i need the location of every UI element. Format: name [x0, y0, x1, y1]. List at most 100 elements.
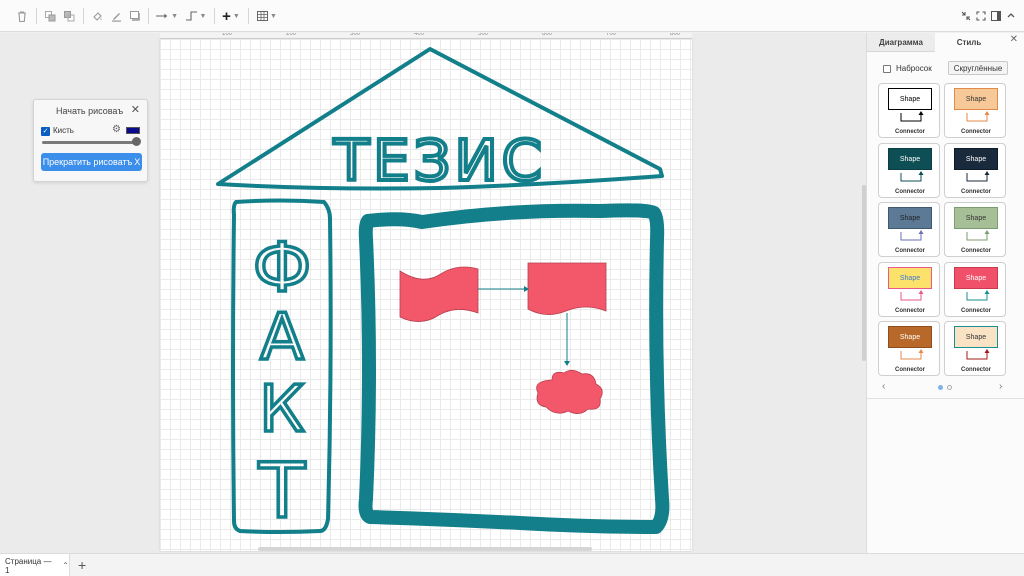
connector-label: Connector — [961, 189, 991, 195]
connector-arrowhead — [984, 290, 990, 294]
style-preset-card[interactable]: Shape Connector — [944, 262, 1006, 317]
connector-preview — [966, 290, 990, 301]
connector-line — [900, 113, 922, 122]
style-shape-preview: Shape — [954, 267, 998, 289]
style-shape-preview: Shape — [888, 148, 932, 170]
ruler-label: 600 — [542, 33, 553, 37]
tape-shape[interactable] — [399, 266, 479, 322]
connector-label: Connector — [895, 189, 925, 195]
cloud-shape[interactable] — [536, 369, 603, 414]
style-preset-card[interactable]: Shape Connector — [944, 202, 1006, 257]
style-shape-preview: Shape — [888, 88, 932, 110]
connector-preview — [900, 230, 924, 241]
chevron-right-icon[interactable]: › — [999, 381, 1002, 392]
brush-label: Кисть — [53, 126, 74, 135]
ruler-label: 500 — [478, 33, 489, 37]
sketch-checkbox[interactable] — [883, 65, 891, 73]
connector-label: Connector — [895, 308, 925, 314]
delete-icon[interactable] — [15, 7, 29, 25]
to-front-icon[interactable] — [43, 7, 57, 25]
connector-label: Connector — [961, 129, 991, 135]
diagram-page[interactable]: ТЕЗИС Ф А К Т — [160, 39, 692, 551]
freehand-panel: Начать рисоваъ ✕ ✓ Кисть ⚙ Прекратить ри… — [33, 99, 148, 182]
style-preset-card[interactable]: Shape Connector — [878, 83, 940, 138]
page-dot[interactable] — [947, 385, 952, 390]
table-icon[interactable]: ▼ — [256, 7, 278, 25]
rounded-button[interactable]: Скруглённые — [948, 61, 1008, 75]
style-preset-card[interactable]: Shape Connector — [944, 143, 1006, 198]
style-preset-card[interactable]: Shape Connector — [878, 262, 940, 317]
connector-preview — [966, 111, 990, 122]
chevron-left-icon[interactable]: ‹ — [882, 381, 885, 392]
horizontal-scrollbar[interactable] — [258, 547, 592, 551]
close-icon[interactable]: ✕ — [1010, 34, 1018, 45]
status-bar: Страница — 1 ⌃ + — [0, 553, 1024, 576]
expand-icon[interactable] — [1005, 7, 1017, 25]
close-icon[interactable]: ✕ — [131, 103, 140, 116]
ruler-label: 400 — [414, 33, 425, 37]
chevron-up-icon[interactable]: ⌃ — [62, 561, 69, 570]
pillar-letter: А — [260, 301, 304, 375]
connector-preview — [900, 171, 924, 182]
style-shape-preview: Shape — [954, 148, 998, 170]
ruler-label: 300 — [350, 33, 361, 37]
freehand-drawing[interactable]: ТЕЗИС Ф А К Т — [160, 39, 692, 551]
connector-arrowhead — [984, 230, 990, 234]
connector-arrowhead — [918, 171, 924, 175]
style-preset-card[interactable]: Shape Connector — [878, 143, 940, 198]
connector-preview — [966, 171, 990, 182]
gear-icon[interactable]: ⚙ — [112, 124, 121, 135]
to-back-icon[interactable] — [62, 7, 76, 25]
stop-drawing-button[interactable]: Прекратить рисоватъ X — [41, 153, 142, 171]
style-preset-card[interactable]: Shape Connector — [944, 321, 1006, 376]
fullscreen-icon[interactable] — [975, 7, 987, 25]
connector-arrowhead — [984, 111, 990, 115]
tab-style[interactable]: Стиль — [935, 33, 1003, 52]
collapse-icon[interactable] — [960, 7, 972, 25]
style-preset-card[interactable]: Shape Connector — [944, 83, 1006, 138]
slider-handle[interactable] — [132, 137, 141, 146]
waypoints-icon[interactable]: ▼ — [185, 7, 207, 25]
connector-arrowhead — [984, 349, 990, 353]
pillar-letter: Ф — [253, 229, 312, 308]
connector-preview — [900, 349, 924, 360]
fill-color-icon[interactable] — [90, 7, 104, 25]
page-tab[interactable]: Страница — 1 ⌃ — [0, 554, 70, 576]
connector-line — [966, 232, 988, 241]
connector-arrowhead — [918, 230, 924, 234]
stop-drawing-label: Прекратить рисоватъ — [42, 157, 133, 167]
connector-label: Connector — [961, 367, 991, 373]
brush-checkbox[interactable]: ✓ — [41, 127, 50, 136]
connector-label: Connector — [895, 129, 925, 135]
connector-label: Connector — [895, 367, 925, 373]
connector-line — [966, 173, 988, 182]
style-shape-preview: Shape — [888, 267, 932, 289]
insert-icon[interactable]: + ▼ — [221, 7, 241, 25]
connector-line — [966, 113, 988, 122]
brush-color-swatch[interactable] — [126, 127, 140, 134]
style-preset-card[interactable]: Shape Connector — [878, 202, 940, 257]
format-panel-icon[interactable] — [990, 7, 1002, 25]
page-dot-active[interactable] — [938, 385, 943, 390]
close-icon: X — [134, 157, 141, 167]
brush-size-slider[interactable] — [42, 141, 139, 144]
canvas-area[interactable]: 100 200 300 400 500 600 700 800 ТЕЗИС Ф … — [0, 33, 866, 553]
connection-icon[interactable]: ▼ — [156, 7, 178, 25]
connector-line — [900, 292, 922, 301]
connector-line — [900, 232, 922, 241]
tab-diagram[interactable]: Диаграмма — [867, 33, 935, 52]
line-color-icon[interactable] — [109, 7, 123, 25]
connector-line — [966, 351, 988, 360]
shadow-icon[interactable] — [128, 7, 142, 25]
style-preset-card[interactable]: Shape Connector — [878, 321, 940, 376]
connector-arrowhead — [918, 290, 924, 294]
add-page-icon[interactable]: + — [78, 557, 86, 573]
freehand-title: Начать рисоваъ — [56, 106, 124, 116]
style-shape-preview: Shape — [888, 207, 932, 229]
box-stroke[interactable] — [358, 203, 670, 534]
sidebar-tabs: Диаграмма Стиль ✕ — [867, 33, 1024, 52]
pillar-letter: Т — [258, 446, 306, 535]
connector-line — [966, 292, 988, 301]
style-shape-preview: Shape — [888, 326, 932, 348]
document-shape[interactable] — [527, 262, 607, 315]
